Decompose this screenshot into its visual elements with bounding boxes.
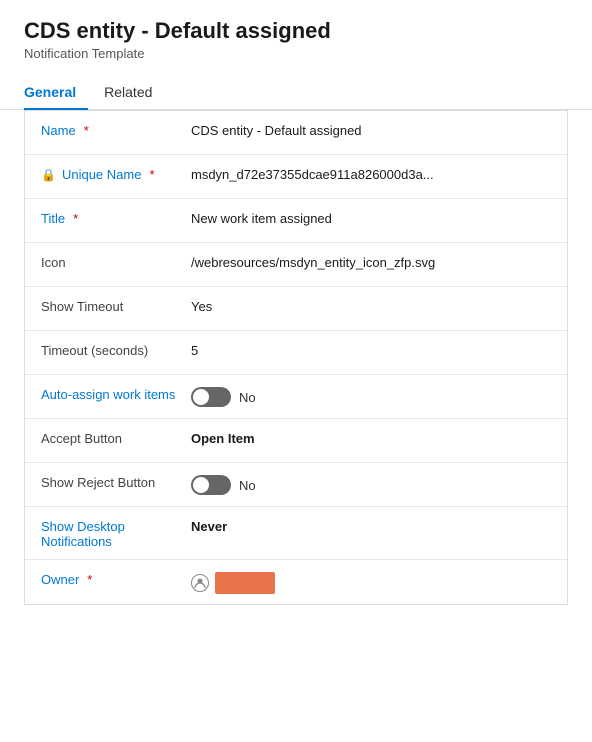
toggle-container-auto-assign: No: [191, 387, 551, 407]
required-star-owner: *: [87, 572, 92, 587]
field-value-icon: /webresources/msdyn_entity_icon_zfp.svg: [191, 253, 551, 270]
field-label-show-timeout: Show Timeout: [41, 297, 191, 314]
field-row-title: Title * New work item assigned: [25, 199, 567, 243]
field-label-text-show-timeout: Show Timeout: [41, 299, 123, 314]
owner-icons: [191, 572, 551, 594]
field-label-owner: Owner *: [41, 570, 191, 587]
field-row-unique-name: 🔒 Unique Name * msdyn_d72e37355dcae911a8…: [25, 155, 567, 199]
field-row-timeout-seconds: Timeout (seconds) 5: [25, 331, 567, 375]
field-label-show-reject: Show Reject Button: [41, 473, 191, 490]
field-label-text-owner: Owner: [41, 572, 79, 587]
tabs-container: General Related: [0, 73, 592, 110]
field-label-text-title: Title: [41, 211, 65, 226]
field-value-auto-assign: No: [191, 385, 551, 407]
field-label-text-unique-name: Unique Name: [62, 167, 142, 182]
required-star-title: *: [73, 211, 78, 226]
field-label-text-timeout-seconds: Timeout (seconds): [41, 343, 148, 358]
field-row-owner: Owner *: [25, 560, 567, 604]
toggle-auto-assign[interactable]: [191, 387, 231, 407]
toggle-label-auto-assign: No: [239, 390, 256, 405]
owner-color-block: [215, 572, 275, 594]
field-value-name: CDS entity - Default assigned: [191, 121, 551, 138]
field-label-text-auto-assign: Auto-assign work items: [41, 387, 175, 402]
field-row-accept-button: Accept Button Open Item: [25, 419, 567, 463]
field-label-accept-button: Accept Button: [41, 429, 191, 446]
field-row-show-timeout: Show Timeout Yes: [25, 287, 567, 331]
field-label-text-icon: Icon: [41, 255, 66, 270]
field-label-text-name: Name: [41, 123, 76, 138]
toggle-label-show-reject: No: [239, 478, 256, 493]
field-label-text-accept-button: Accept Button: [41, 431, 122, 446]
required-star-unique-name: *: [149, 167, 154, 182]
toggle-track-auto-assign: [191, 387, 231, 407]
owner-person-svg: [194, 577, 206, 589]
field-label-title: Title *: [41, 209, 191, 226]
field-value-timeout-seconds: 5: [191, 341, 551, 358]
field-label-name: Name *: [41, 121, 191, 138]
lock-icon: 🔒: [41, 168, 56, 182]
field-value-owner: [191, 570, 551, 594]
toggle-thumb-auto-assign: [193, 389, 209, 405]
field-row-name: Name * CDS entity - Default assigned: [25, 111, 567, 155]
form-container: Name * CDS entity - Default assigned 🔒 U…: [24, 110, 568, 605]
field-label-timeout-seconds: Timeout (seconds): [41, 341, 191, 358]
toggle-container-show-reject: No: [191, 475, 551, 495]
field-label-icon: Icon: [41, 253, 191, 270]
field-value-show-timeout: Yes: [191, 297, 551, 314]
owner-circle-icon: [191, 574, 209, 592]
field-label-show-desktop: Show Desktop Notifications: [41, 517, 191, 549]
toggle-show-reject[interactable]: [191, 475, 231, 495]
field-value-title: New work item assigned: [191, 209, 551, 226]
field-row-auto-assign: Auto-assign work items No: [25, 375, 567, 419]
field-row-show-desktop: Show Desktop Notifications Never: [25, 507, 567, 560]
toggle-track-show-reject: [191, 475, 231, 495]
field-label-unique-name: 🔒 Unique Name *: [41, 165, 191, 182]
field-label-text-show-desktop: Show Desktop Notifications: [41, 519, 191, 549]
tab-general[interactable]: General: [24, 74, 88, 110]
page-header: CDS entity - Default assigned Notificati…: [0, 0, 592, 61]
field-row-icon: Icon /webresources/msdyn_entity_icon_zfp…: [25, 243, 567, 287]
required-star-name: *: [84, 123, 89, 138]
toggle-thumb-show-reject: [193, 477, 209, 493]
page-subtitle: Notification Template: [24, 46, 568, 61]
field-value-accept-button: Open Item: [191, 429, 551, 446]
tab-related[interactable]: Related: [104, 74, 164, 110]
field-value-show-desktop: Never: [191, 517, 551, 534]
field-row-show-reject: Show Reject Button No: [25, 463, 567, 507]
field-label-text-show-reject: Show Reject Button: [41, 475, 155, 490]
field-label-auto-assign: Auto-assign work items: [41, 385, 191, 402]
field-value-show-reject: No: [191, 473, 551, 495]
field-value-unique-name: msdyn_d72e37355dcae911a826000d3a...: [191, 165, 551, 182]
page-title: CDS entity - Default assigned: [24, 18, 568, 44]
